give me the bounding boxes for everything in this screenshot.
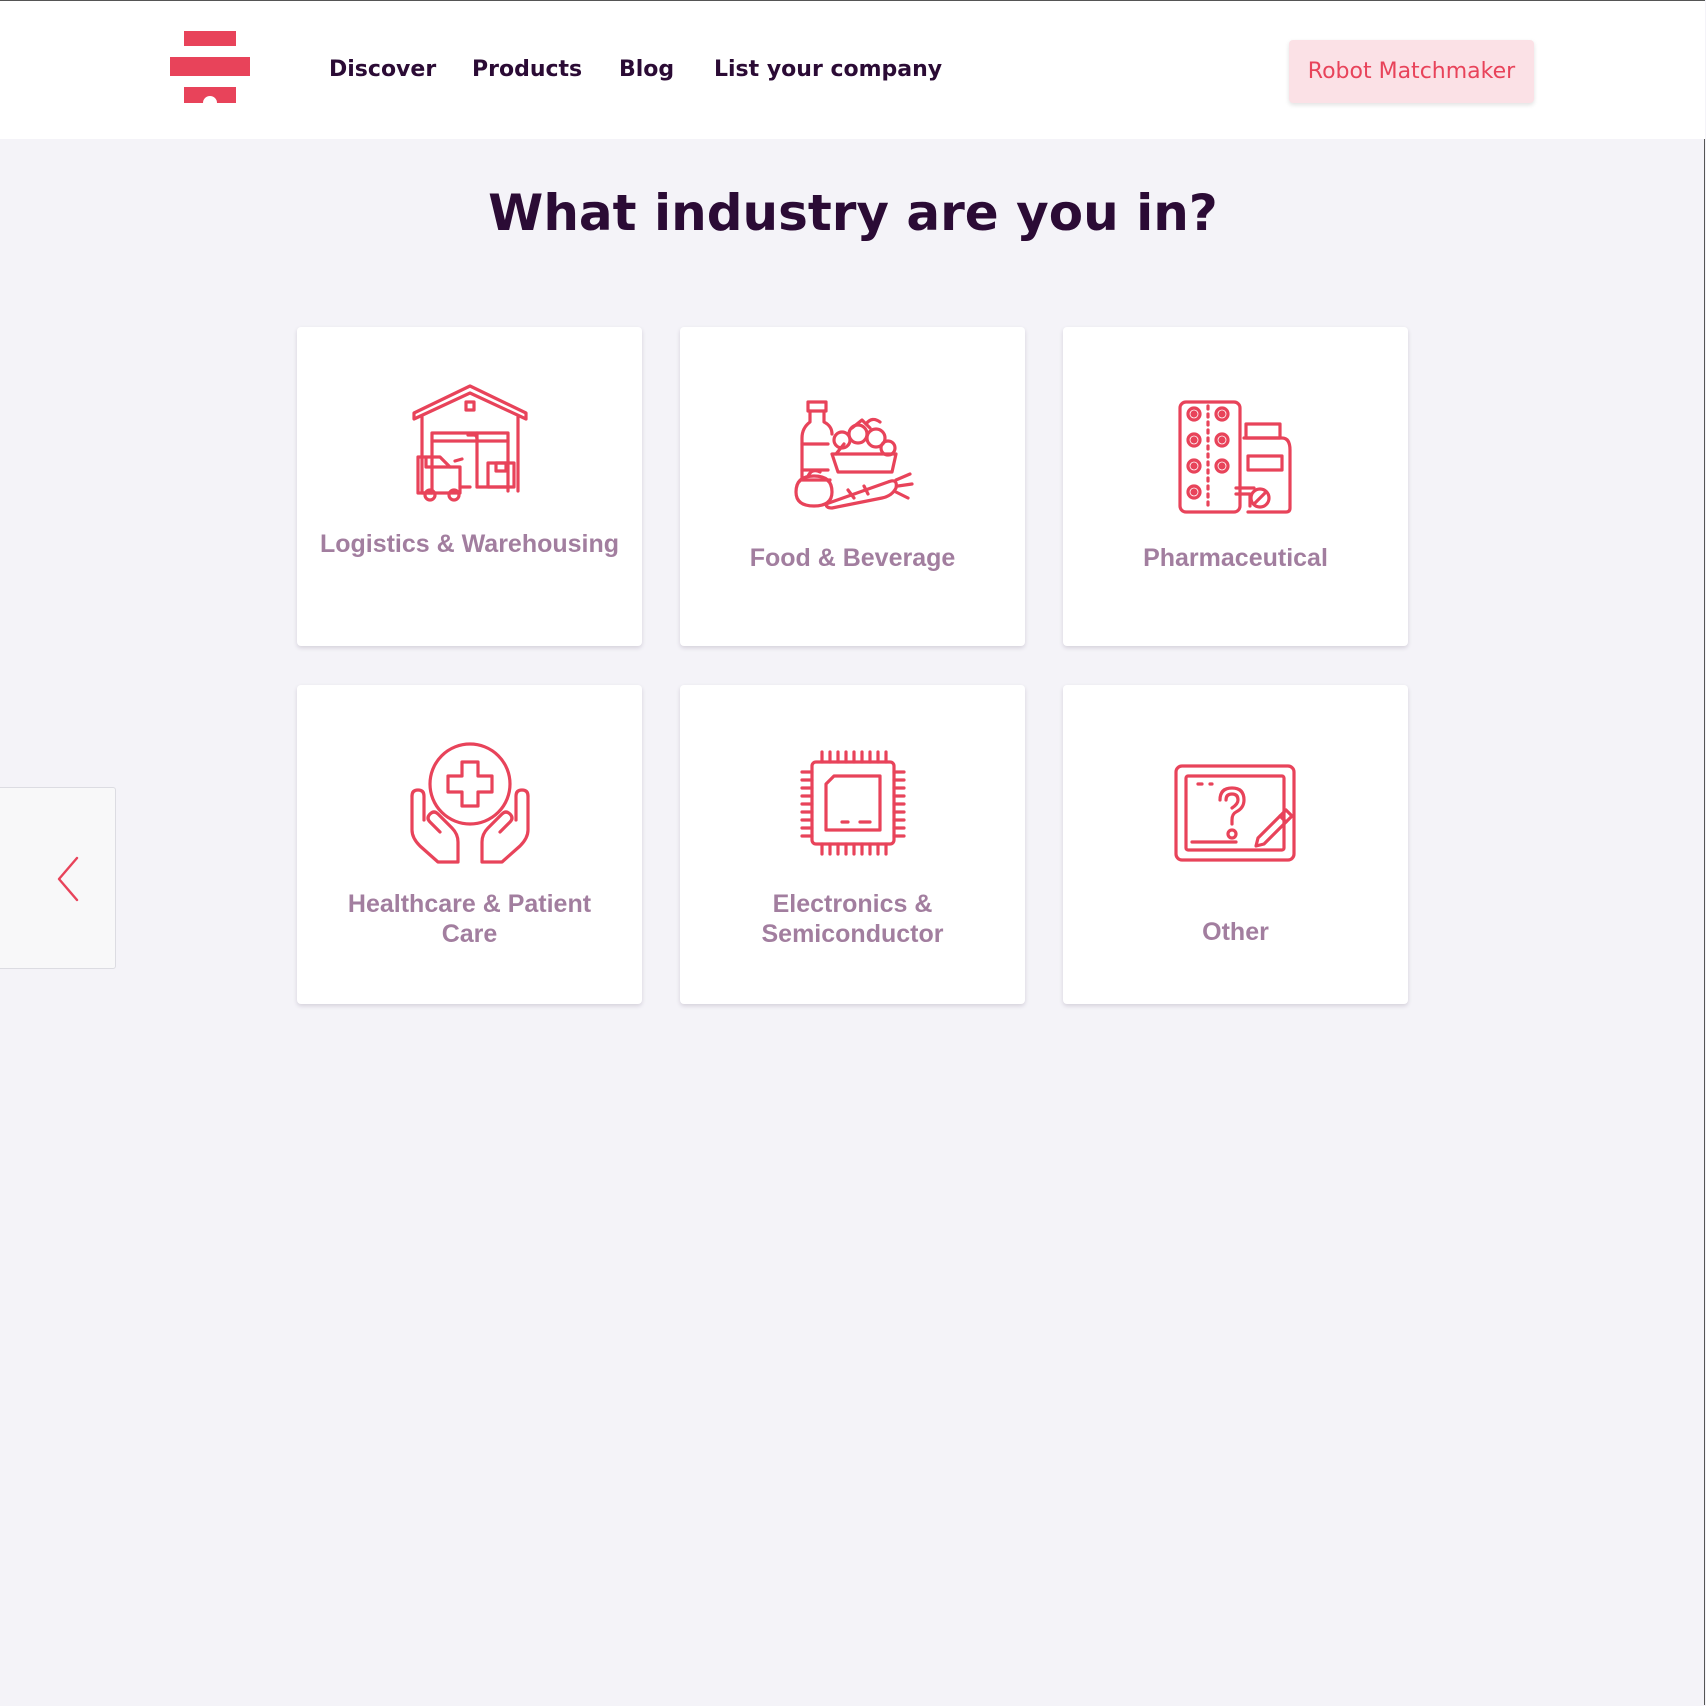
industry-card-pharmaceutical[interactable]: Pharmaceutical xyxy=(1063,327,1408,646)
industry-card-label: Electronics & Semiconductor xyxy=(761,890,944,948)
pills-bottle-icon xyxy=(1177,400,1292,514)
nav-list-your-company[interactable]: List your company xyxy=(714,57,942,82)
nav-discover[interactable]: Discover xyxy=(329,57,436,82)
nav-products[interactable]: Products xyxy=(472,57,582,82)
warehouse-forklift-icon xyxy=(411,384,528,502)
industry-card-label: Food & Beverage xyxy=(749,544,956,572)
microchip-icon xyxy=(799,750,906,856)
question-tablet-icon xyxy=(1173,764,1296,862)
industry-card-other[interactable]: Other xyxy=(1063,685,1408,1004)
back-button[interactable] xyxy=(0,787,116,969)
groceries-icon xyxy=(793,400,914,510)
page-title: What industry are you in? xyxy=(488,184,1218,242)
industry-card-label: Other xyxy=(1202,918,1269,946)
industry-card-electronics[interactable]: Electronics & Semiconductor xyxy=(680,685,1025,1004)
logo-icon[interactable] xyxy=(170,31,250,103)
robot-matchmaker-button[interactable]: Robot Matchmaker xyxy=(1289,40,1534,103)
industry-card-logistics[interactable]: Logistics & Warehousing xyxy=(297,327,642,646)
chevron-left-icon xyxy=(57,856,79,902)
hands-medical-cross-icon xyxy=(409,742,530,864)
industry-card-label: Healthcare & Patient Care xyxy=(347,890,592,948)
industry-card-healthcare[interactable]: Healthcare & Patient Care xyxy=(297,685,642,1004)
industry-card-label: Logistics & Warehousing xyxy=(319,530,620,558)
industry-card-food[interactable]: Food & Beverage xyxy=(680,327,1025,646)
nav-blog[interactable]: Blog xyxy=(619,57,674,82)
industry-card-label: Pharmaceutical xyxy=(1143,544,1328,572)
site-header: Discover Products Blog List your company… xyxy=(0,1,1705,139)
